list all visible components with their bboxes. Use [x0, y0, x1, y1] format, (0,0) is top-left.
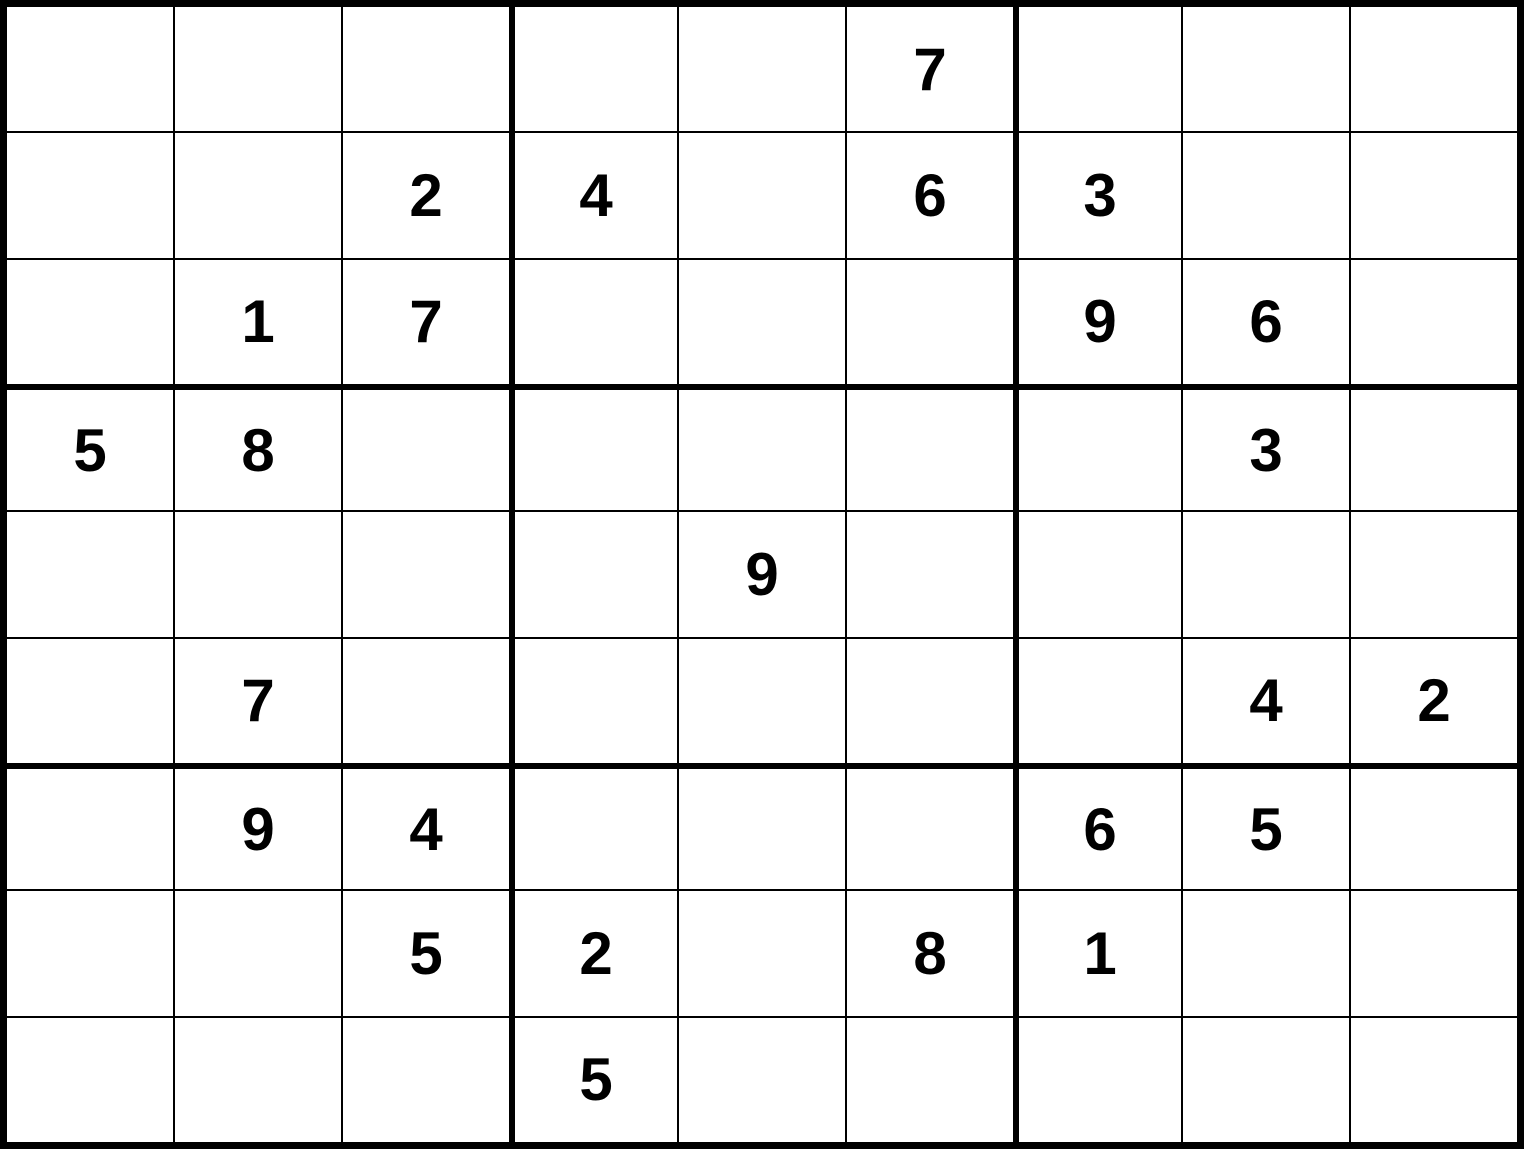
- sudoku-cell[interactable]: [678, 764, 846, 890]
- sudoku-cell[interactable]: [342, 385, 510, 511]
- sudoku-cell[interactable]: [510, 511, 678, 637]
- sudoku-cell[interactable]: 5: [6, 385, 174, 511]
- sudoku-grid: 7 2 4 6 3 1 7 9 6 5 8 3 9 7 4 2 9 4: [0, 0, 1524, 1149]
- sudoku-cell[interactable]: [678, 1017, 846, 1143]
- sudoku-cell[interactable]: [678, 638, 846, 764]
- sudoku-cell[interactable]: [678, 890, 846, 1016]
- sudoku-cell[interactable]: 6: [846, 132, 1014, 258]
- sudoku-cell[interactable]: [174, 1017, 342, 1143]
- sudoku-cell[interactable]: [1014, 1017, 1182, 1143]
- sudoku-cell[interactable]: 1: [174, 259, 342, 385]
- sudoku-cell[interactable]: [846, 638, 1014, 764]
- sudoku-cell[interactable]: 7: [342, 259, 510, 385]
- sudoku-cell[interactable]: [678, 6, 846, 132]
- sudoku-cell[interactable]: 8: [174, 385, 342, 511]
- sudoku-cell[interactable]: 6: [1014, 764, 1182, 890]
- sudoku-cell[interactable]: 4: [510, 132, 678, 258]
- sudoku-cell[interactable]: [1182, 1017, 1350, 1143]
- sudoku-cell[interactable]: [1350, 6, 1518, 132]
- sudoku-cell[interactable]: [1014, 385, 1182, 511]
- sudoku-cell[interactable]: 5: [342, 890, 510, 1016]
- sudoku-cell[interactable]: 3: [1014, 132, 1182, 258]
- sudoku-cell[interactable]: [6, 1017, 174, 1143]
- sudoku-cell[interactable]: [1350, 1017, 1518, 1143]
- sudoku-cell[interactable]: 3: [1182, 385, 1350, 511]
- sudoku-cell[interactable]: [174, 890, 342, 1016]
- sudoku-cell[interactable]: 4: [342, 764, 510, 890]
- sudoku-cell[interactable]: [1182, 132, 1350, 258]
- sudoku-cell[interactable]: [1350, 890, 1518, 1016]
- sudoku-cell[interactable]: [510, 385, 678, 511]
- sudoku-cell[interactable]: [510, 259, 678, 385]
- sudoku-cell[interactable]: [1182, 511, 1350, 637]
- sudoku-cell[interactable]: [174, 132, 342, 258]
- sudoku-cell[interactable]: [1014, 638, 1182, 764]
- sudoku-cell[interactable]: [1350, 385, 1518, 511]
- sudoku-cell[interactable]: [6, 6, 174, 132]
- sudoku-cell[interactable]: [510, 638, 678, 764]
- sudoku-cell[interactable]: [510, 6, 678, 132]
- sudoku-cell[interactable]: [846, 764, 1014, 890]
- sudoku-cell[interactable]: [678, 385, 846, 511]
- sudoku-cell[interactable]: [846, 385, 1014, 511]
- sudoku-cell[interactable]: [510, 764, 678, 890]
- sudoku-cell[interactable]: [846, 511, 1014, 637]
- sudoku-cell[interactable]: 6: [1182, 259, 1350, 385]
- sudoku-cell[interactable]: [678, 259, 846, 385]
- sudoku-cell[interactable]: 5: [1182, 764, 1350, 890]
- sudoku-cell[interactable]: [6, 638, 174, 764]
- sudoku-cell[interactable]: [1182, 890, 1350, 1016]
- sudoku-cell[interactable]: 9: [174, 764, 342, 890]
- sudoku-cell[interactable]: 8: [846, 890, 1014, 1016]
- sudoku-cell[interactable]: [846, 259, 1014, 385]
- sudoku-cell[interactable]: [1350, 259, 1518, 385]
- sudoku-cell[interactable]: [342, 1017, 510, 1143]
- sudoku-cell[interactable]: 2: [342, 132, 510, 258]
- sudoku-cell[interactable]: 2: [1350, 638, 1518, 764]
- sudoku-cell[interactable]: [1182, 6, 1350, 132]
- sudoku-cell[interactable]: 4: [1182, 638, 1350, 764]
- sudoku-cell[interactable]: [1350, 764, 1518, 890]
- sudoku-cell[interactable]: [678, 132, 846, 258]
- sudoku-cell[interactable]: 7: [846, 6, 1014, 132]
- sudoku-cell[interactable]: 9: [678, 511, 846, 637]
- sudoku-cell[interactable]: 2: [510, 890, 678, 1016]
- sudoku-cell[interactable]: 1: [1014, 890, 1182, 1016]
- sudoku-cell[interactable]: [342, 638, 510, 764]
- sudoku-cell[interactable]: [1350, 132, 1518, 258]
- sudoku-cell[interactable]: [1350, 511, 1518, 637]
- sudoku-cell[interactable]: [6, 890, 174, 1016]
- sudoku-cell[interactable]: [846, 1017, 1014, 1143]
- sudoku-cell[interactable]: [174, 511, 342, 637]
- sudoku-cell[interactable]: 9: [1014, 259, 1182, 385]
- sudoku-cell[interactable]: 5: [510, 1017, 678, 1143]
- sudoku-cell[interactable]: [1014, 6, 1182, 132]
- sudoku-cell[interactable]: [6, 132, 174, 258]
- sudoku-cell[interactable]: [6, 259, 174, 385]
- sudoku-cell[interactable]: [1014, 511, 1182, 637]
- sudoku-cell[interactable]: [342, 6, 510, 132]
- sudoku-cell[interactable]: [342, 511, 510, 637]
- sudoku-cell[interactable]: [6, 511, 174, 637]
- sudoku-cell[interactable]: [6, 764, 174, 890]
- sudoku-cell[interactable]: 7: [174, 638, 342, 764]
- sudoku-cell[interactable]: [174, 6, 342, 132]
